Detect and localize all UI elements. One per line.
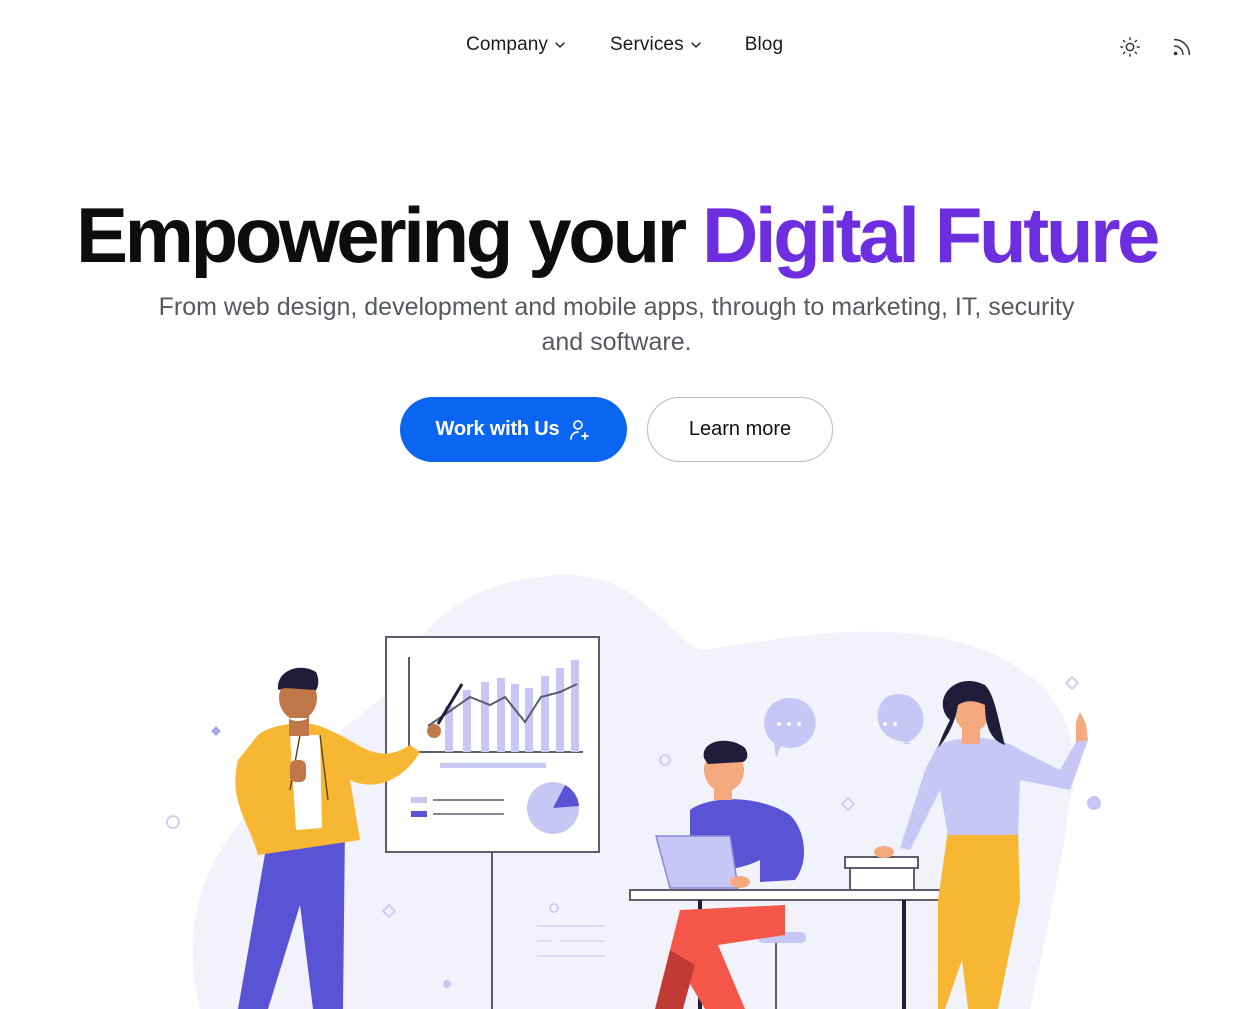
headline-accent: Digital Future [701, 191, 1160, 279]
work-with-us-button[interactable]: Work with Us [400, 397, 627, 462]
nav-item-company[interactable]: Company [466, 34, 566, 56]
hero-subtitle: From web design, development and mobile … [158, 293, 1075, 356]
user-plus-icon [570, 419, 590, 440]
chevron-down-icon [690, 42, 701, 48]
learn-more-label: Learn more [688, 418, 792, 440]
hero-section: Empowering your Digital Future From web … [0, 190, 1233, 462]
hero-illustration [166, 574, 1101, 1009]
headline-main: Empowering your [75, 191, 702, 279]
work-with-us-label: Work with Us [435, 418, 560, 440]
nav-item-services[interactable]: Services [610, 34, 702, 56]
learn-more-button[interactable]: Learn more [647, 397, 833, 462]
rss-feed-button[interactable] [1169, 34, 1195, 60]
nav-menu: Company Services Blog [466, 34, 783, 56]
nav-actions [1117, 34, 1195, 60]
nav-item-label: Services [610, 34, 684, 55]
nav-item-label: Company [466, 34, 549, 55]
theme-toggle-button[interactable] [1117, 34, 1143, 60]
sun-icon [1120, 37, 1140, 57]
rss-icon [1173, 38, 1191, 56]
hero-headline: Empowering your Digital Future [0, 190, 1233, 280]
hero-cta-group: Work with Us Learn more [0, 397, 1233, 462]
nav-item-blog[interactable]: Blog [745, 34, 783, 56]
top-nav: Company Services Blog [0, 0, 1233, 92]
page: Company Services Blog Empowering your Di… [0, 0, 1233, 1009]
chevron-down-icon [555, 42, 565, 48]
nav-item-label: Blog [744, 34, 784, 55]
